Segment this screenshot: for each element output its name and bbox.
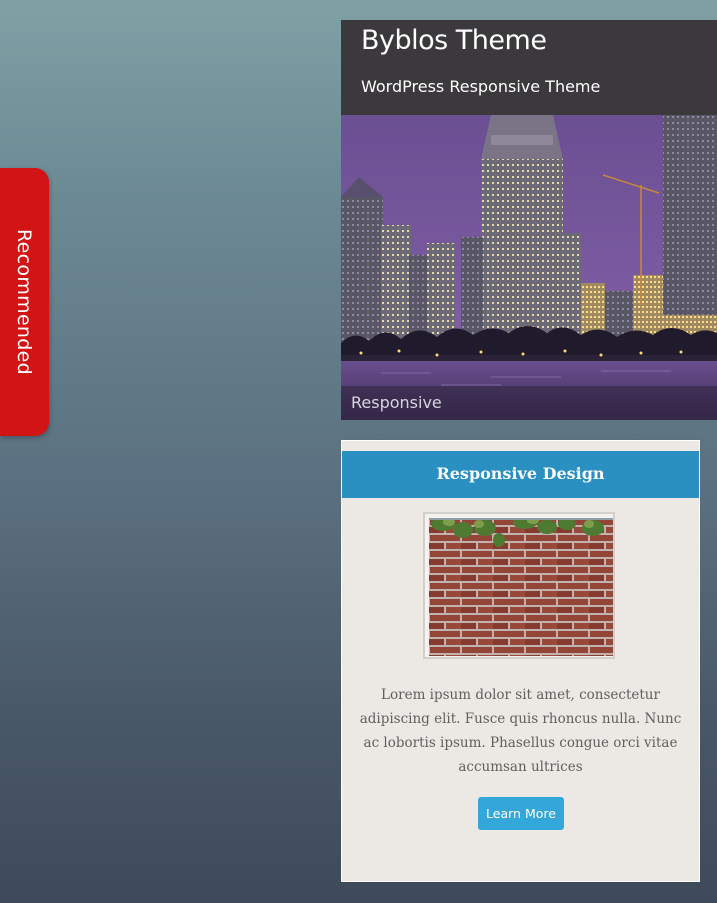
site-header: Byblos Theme WordPress Responsive Theme <box>341 20 717 115</box>
hero-caption: Responsive <box>351 393 442 412</box>
feature-card-header: Responsive Design <box>342 451 699 498</box>
site-tagline: WordPress Responsive Theme <box>361 77 601 96</box>
feature-card-title: Responsive Design <box>436 464 605 483</box>
feature-card: Responsive Design Lorem ipsum dolor sit … <box>341 440 700 882</box>
learn-more-button[interactable]: Learn More <box>478 797 564 830</box>
feature-card-description: Lorem ipsum dolor sit amet, consectetur … <box>359 687 682 775</box>
brick-wall-image <box>429 518 613 656</box>
recommended-tab[interactable]: Recommended <box>0 168 49 436</box>
feature-image-frame <box>423 512 615 659</box>
city-skyline-image <box>341 115 717 420</box>
recommended-tab-label: Recommended <box>13 229 35 375</box>
site-title[interactable]: Byblos Theme <box>361 24 547 58</box>
hero-caption-bar: Responsive <box>341 386 717 420</box>
hero-slider[interactable]: Responsive <box>341 115 717 420</box>
